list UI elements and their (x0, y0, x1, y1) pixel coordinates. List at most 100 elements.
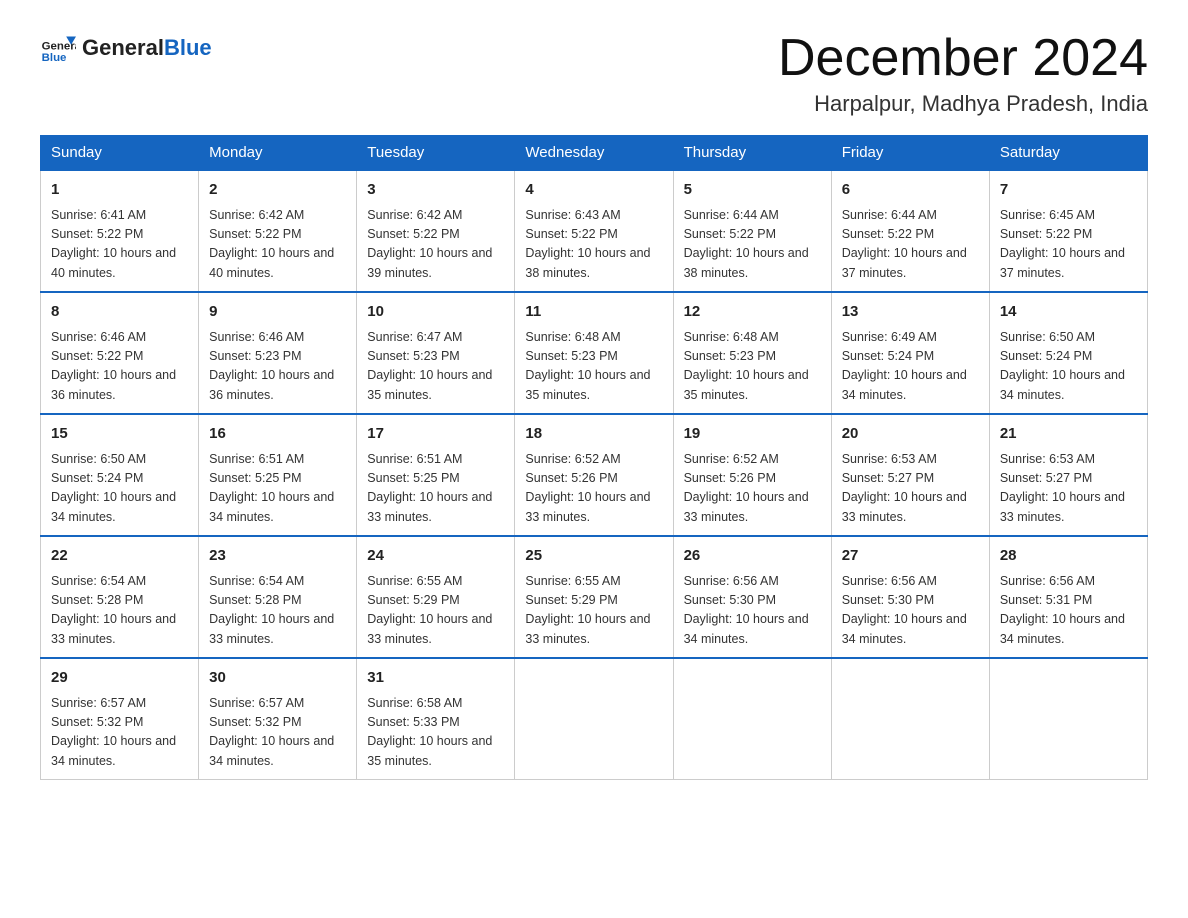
day-number: 7 (1000, 179, 1137, 202)
day-number: 20 (842, 423, 979, 446)
day-number: 8 (51, 301, 188, 324)
location-title: Harpalpur, Madhya Pradesh, India (778, 91, 1148, 117)
calendar-cell: 13 Sunrise: 6:49 AMSunset: 5:24 PMDaylig… (831, 292, 989, 414)
logo-general-text: General (82, 35, 164, 60)
day-number: 28 (1000, 545, 1137, 568)
calendar-cell: 21 Sunrise: 6:53 AMSunset: 5:27 PMDaylig… (989, 414, 1147, 536)
calendar-cell: 23 Sunrise: 6:54 AMSunset: 5:28 PMDaylig… (199, 536, 357, 658)
calendar-cell: 2 Sunrise: 6:42 AMSunset: 5:22 PMDayligh… (199, 170, 357, 292)
day-info: Sunrise: 6:53 AMSunset: 5:27 PMDaylight:… (1000, 450, 1137, 528)
calendar-header-row: SundayMondayTuesdayWednesdayThursdayFrid… (41, 136, 1148, 171)
calendar-header-tuesday: Tuesday (357, 136, 515, 171)
calendar-cell: 5 Sunrise: 6:44 AMSunset: 5:22 PMDayligh… (673, 170, 831, 292)
day-info: Sunrise: 6:52 AMSunset: 5:26 PMDaylight:… (525, 450, 662, 528)
day-info: Sunrise: 6:47 AMSunset: 5:23 PMDaylight:… (367, 328, 504, 406)
day-number: 16 (209, 423, 346, 446)
calendar-header-friday: Friday (831, 136, 989, 171)
calendar-cell: 14 Sunrise: 6:50 AMSunset: 5:24 PMDaylig… (989, 292, 1147, 414)
day-info: Sunrise: 6:51 AMSunset: 5:25 PMDaylight:… (367, 450, 504, 528)
day-number: 18 (525, 423, 662, 446)
logo-icon: General Blue (40, 30, 76, 66)
calendar-cell (831, 658, 989, 780)
calendar-cell (515, 658, 673, 780)
calendar-header-saturday: Saturday (989, 136, 1147, 171)
day-number: 6 (842, 179, 979, 202)
day-number: 10 (367, 301, 504, 324)
calendar-cell: 18 Sunrise: 6:52 AMSunset: 5:26 PMDaylig… (515, 414, 673, 536)
calendar-cell: 20 Sunrise: 6:53 AMSunset: 5:27 PMDaylig… (831, 414, 989, 536)
day-info: Sunrise: 6:54 AMSunset: 5:28 PMDaylight:… (209, 572, 346, 650)
calendar-cell: 1 Sunrise: 6:41 AMSunset: 5:22 PMDayligh… (41, 170, 199, 292)
calendar-header-sunday: Sunday (41, 136, 199, 171)
day-info: Sunrise: 6:53 AMSunset: 5:27 PMDaylight:… (842, 450, 979, 528)
day-info: Sunrise: 6:50 AMSunset: 5:24 PMDaylight:… (1000, 328, 1137, 406)
day-number: 17 (367, 423, 504, 446)
day-number: 11 (525, 301, 662, 324)
day-number: 9 (209, 301, 346, 324)
day-number: 30 (209, 667, 346, 690)
day-info: Sunrise: 6:56 AMSunset: 5:30 PMDaylight:… (684, 572, 821, 650)
calendar-cell: 4 Sunrise: 6:43 AMSunset: 5:22 PMDayligh… (515, 170, 673, 292)
day-number: 2 (209, 179, 346, 202)
day-number: 4 (525, 179, 662, 202)
day-info: Sunrise: 6:46 AMSunset: 5:22 PMDaylight:… (51, 328, 188, 406)
calendar-cell (989, 658, 1147, 780)
day-info: Sunrise: 6:55 AMSunset: 5:29 PMDaylight:… (525, 572, 662, 650)
calendar-cell: 22 Sunrise: 6:54 AMSunset: 5:28 PMDaylig… (41, 536, 199, 658)
calendar-cell: 17 Sunrise: 6:51 AMSunset: 5:25 PMDaylig… (357, 414, 515, 536)
day-info: Sunrise: 6:48 AMSunset: 5:23 PMDaylight:… (684, 328, 821, 406)
calendar-cell: 3 Sunrise: 6:42 AMSunset: 5:22 PMDayligh… (357, 170, 515, 292)
calendar-header-wednesday: Wednesday (515, 136, 673, 171)
day-number: 23 (209, 545, 346, 568)
day-info: Sunrise: 6:52 AMSunset: 5:26 PMDaylight:… (684, 450, 821, 528)
logo[interactable]: General Blue GeneralBlue (40, 30, 212, 66)
day-info: Sunrise: 6:45 AMSunset: 5:22 PMDaylight:… (1000, 206, 1137, 284)
calendar-cell: 15 Sunrise: 6:50 AMSunset: 5:24 PMDaylig… (41, 414, 199, 536)
day-info: Sunrise: 6:55 AMSunset: 5:29 PMDaylight:… (367, 572, 504, 650)
day-number: 27 (842, 545, 979, 568)
page-header: General Blue GeneralBlue December 2024 H… (40, 30, 1148, 117)
calendar-cell (673, 658, 831, 780)
calendar-cell: 16 Sunrise: 6:51 AMSunset: 5:25 PMDaylig… (199, 414, 357, 536)
calendar-cell: 10 Sunrise: 6:47 AMSunset: 5:23 PMDaylig… (357, 292, 515, 414)
calendar-cell: 31 Sunrise: 6:58 AMSunset: 5:33 PMDaylig… (357, 658, 515, 780)
day-info: Sunrise: 6:56 AMSunset: 5:31 PMDaylight:… (1000, 572, 1137, 650)
day-info: Sunrise: 6:46 AMSunset: 5:23 PMDaylight:… (209, 328, 346, 406)
day-number: 12 (684, 301, 821, 324)
day-info: Sunrise: 6:42 AMSunset: 5:22 PMDaylight:… (209, 206, 346, 284)
day-number: 29 (51, 667, 188, 690)
calendar-cell: 6 Sunrise: 6:44 AMSunset: 5:22 PMDayligh… (831, 170, 989, 292)
calendar-cell: 11 Sunrise: 6:48 AMSunset: 5:23 PMDaylig… (515, 292, 673, 414)
day-info: Sunrise: 6:41 AMSunset: 5:22 PMDaylight:… (51, 206, 188, 284)
day-number: 1 (51, 179, 188, 202)
day-number: 14 (1000, 301, 1137, 324)
day-info: Sunrise: 6:58 AMSunset: 5:33 PMDaylight:… (367, 694, 504, 772)
calendar-cell: 27 Sunrise: 6:56 AMSunset: 5:30 PMDaylig… (831, 536, 989, 658)
day-info: Sunrise: 6:43 AMSunset: 5:22 PMDaylight:… (525, 206, 662, 284)
calendar-cell: 7 Sunrise: 6:45 AMSunset: 5:22 PMDayligh… (989, 170, 1147, 292)
calendar-cell: 29 Sunrise: 6:57 AMSunset: 5:32 PMDaylig… (41, 658, 199, 780)
day-info: Sunrise: 6:51 AMSunset: 5:25 PMDaylight:… (209, 450, 346, 528)
day-info: Sunrise: 6:44 AMSunset: 5:22 PMDaylight:… (842, 206, 979, 284)
day-number: 26 (684, 545, 821, 568)
day-info: Sunrise: 6:49 AMSunset: 5:24 PMDaylight:… (842, 328, 979, 406)
calendar-header-monday: Monday (199, 136, 357, 171)
day-number: 24 (367, 545, 504, 568)
calendar-cell: 26 Sunrise: 6:56 AMSunset: 5:30 PMDaylig… (673, 536, 831, 658)
calendar-table: SundayMondayTuesdayWednesdayThursdayFrid… (40, 135, 1148, 780)
title-block: December 2024 Harpalpur, Madhya Pradesh,… (778, 30, 1148, 117)
day-info: Sunrise: 6:42 AMSunset: 5:22 PMDaylight:… (367, 206, 504, 284)
day-info: Sunrise: 6:44 AMSunset: 5:22 PMDaylight:… (684, 206, 821, 284)
day-number: 25 (525, 545, 662, 568)
day-number: 22 (51, 545, 188, 568)
calendar-header-thursday: Thursday (673, 136, 831, 171)
day-info: Sunrise: 6:57 AMSunset: 5:32 PMDaylight:… (51, 694, 188, 772)
calendar-week-row: 8 Sunrise: 6:46 AMSunset: 5:22 PMDayligh… (41, 292, 1148, 414)
svg-text:Blue: Blue (42, 52, 67, 64)
calendar-week-row: 1 Sunrise: 6:41 AMSunset: 5:22 PMDayligh… (41, 170, 1148, 292)
calendar-cell: 8 Sunrise: 6:46 AMSunset: 5:22 PMDayligh… (41, 292, 199, 414)
day-info: Sunrise: 6:57 AMSunset: 5:32 PMDaylight:… (209, 694, 346, 772)
calendar-cell: 30 Sunrise: 6:57 AMSunset: 5:32 PMDaylig… (199, 658, 357, 780)
calendar-cell: 9 Sunrise: 6:46 AMSunset: 5:23 PMDayligh… (199, 292, 357, 414)
logo-blue-text: Blue (164, 35, 212, 60)
